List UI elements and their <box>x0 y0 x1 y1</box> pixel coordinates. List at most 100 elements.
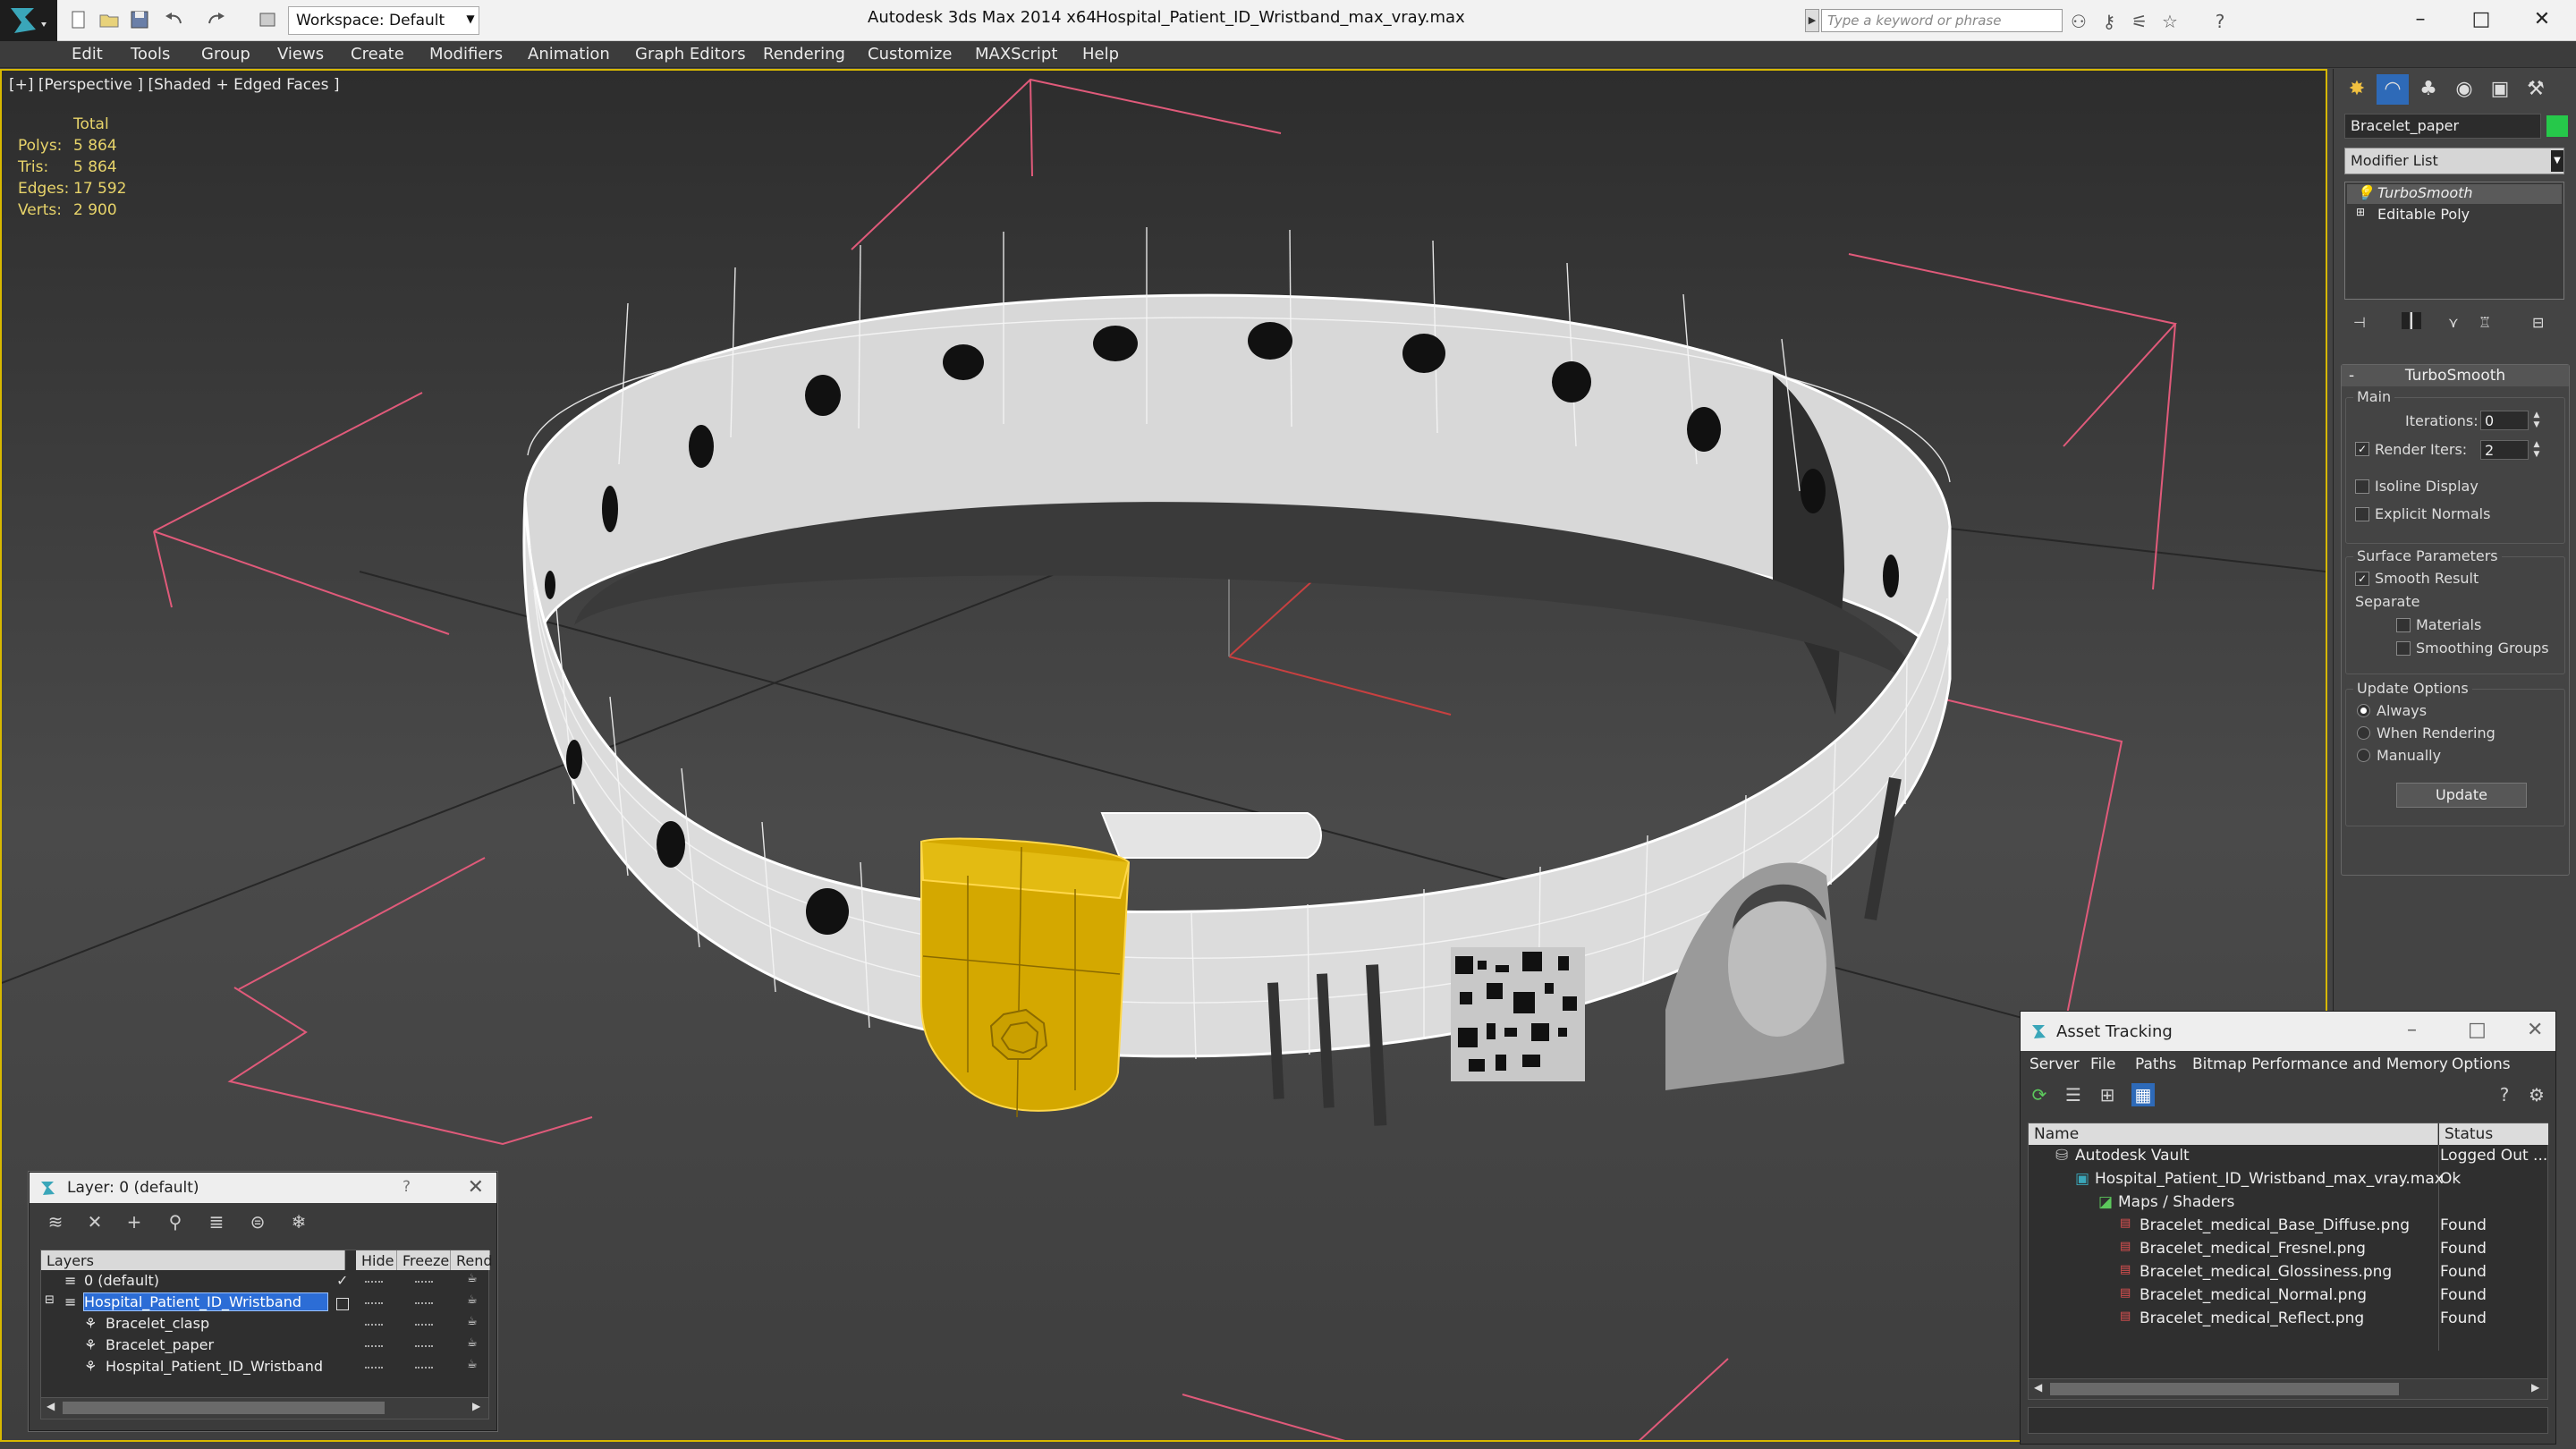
spinner-arrows-icon[interactable]: ▲ ▼ <box>2530 440 2543 460</box>
column-hide[interactable]: Hide <box>356 1250 397 1270</box>
scroll-right-icon[interactable]: ▶ <box>472 1400 480 1412</box>
scroll-right-icon[interactable]: ▶ <box>2531 1381 2539 1394</box>
explicit-normals-checkbox[interactable] <box>2355 507 2369 521</box>
redo-icon[interactable] <box>206 9 227 30</box>
object-color-swatch[interactable] <box>2546 115 2568 137</box>
column-name[interactable]: Name <box>2029 1123 2438 1145</box>
column-status[interactable]: Status <box>2439 1123 2548 1145</box>
stack-item-turbosmooth[interactable]: 💡 TurboSmooth <box>2347 184 2562 204</box>
column-layers[interactable]: Layers <box>41 1250 345 1270</box>
layer-row[interactable]: ⚘ Bracelet_paper ☕ <box>41 1336 488 1358</box>
asset-path-field[interactable] <box>2028 1407 2548 1434</box>
asset-row[interactable]: ▣ Hospital_Patient_ID_Wristband_max_vray… <box>2029 1170 2547 1193</box>
materials-checkbox[interactable] <box>2396 618 2411 632</box>
close-icon[interactable]: ✕ <box>468 1176 484 1199</box>
help-icon[interactable]: ? <box>402 1178 411 1196</box>
isoline-display-checkbox[interactable] <box>2355 479 2369 494</box>
always-radio[interactable] <box>2357 704 2370 717</box>
undo-icon[interactable] <box>163 9 184 30</box>
scroll-thumb[interactable] <box>63 1402 385 1414</box>
scroll-left-icon[interactable]: ◀ <box>2034 1381 2042 1394</box>
favorites-star-icon[interactable]: ☆ <box>2159 11 2181 32</box>
asset-tracking-titlebar[interactable]: Asset Tracking – □ ✕ <box>2021 1012 2555 1051</box>
menu-animation[interactable]: Animation <box>528 45 610 64</box>
utilities-tab-icon[interactable]: ⚒ <box>2520 74 2552 105</box>
smoothing-groups-checkbox[interactable] <box>2396 641 2411 656</box>
close-icon[interactable]: ✕ <box>2515 4 2569 36</box>
collapse-minus-icon[interactable]: ⊟ <box>45 1293 55 1307</box>
menu-server[interactable]: Server <box>2029 1055 2080 1073</box>
render-iters-spinner[interactable]: 2 <box>2480 440 2529 460</box>
chevron-down-icon[interactable]: ▼ <box>462 6 479 35</box>
modify-tab-icon[interactable]: ◠ <box>2377 74 2409 105</box>
stack-item-editable-poly[interactable]: ⊞ Editable Poly <box>2347 206 2562 225</box>
settings-icon[interactable]: ⚙ <box>2525 1083 2548 1106</box>
iterations-spinner[interactable]: 0 <box>2480 411 2529 430</box>
asset-row[interactable]: ▤ Bracelet_medical_Reflect.png Found <box>2029 1309 2547 1333</box>
layer-row[interactable]: ≡ 0 (default) ✓ ☕ <box>41 1272 488 1293</box>
add-to-layer-icon[interactable]: + <box>123 1210 146 1233</box>
table-view-icon[interactable]: ▦ <box>2131 1083 2155 1106</box>
asset-row[interactable]: ▤ Bracelet_medical_Fresnel.png Found <box>2029 1240 2547 1263</box>
menu-rendering[interactable]: Rendering <box>763 45 845 64</box>
minimize-icon[interactable]: – <box>2394 4 2447 36</box>
asset-row[interactable]: ◪ Maps / Shaders <box>2029 1193 2547 1216</box>
display-tab-icon[interactable]: ▣ <box>2484 74 2516 105</box>
app-logo[interactable] <box>0 0 57 41</box>
search-expand-icon[interactable]: ▶ <box>1805 9 1819 32</box>
modifier-list-dropdown[interactable]: Modifier List ▼ <box>2344 148 2564 174</box>
list-view-icon[interactable]: ☰ <box>2062 1083 2085 1106</box>
refresh-icon[interactable]: ⟳ <box>2028 1083 2051 1106</box>
column-render[interactable]: Rend <box>451 1250 493 1270</box>
expand-plus-icon[interactable]: ⊞ <box>2356 206 2365 218</box>
hide-all-layers-icon[interactable]: ⊜ <box>246 1210 269 1233</box>
render-teapot-icon[interactable]: ☕ <box>467 1293 478 1307</box>
key-icon[interactable]: ⚷ <box>2098 11 2120 32</box>
asset-row[interactable]: ▤ Bracelet_medical_Normal.png Found <box>2029 1286 2547 1309</box>
menu-create[interactable]: Create <box>351 45 404 64</box>
pin-stack-icon[interactable]: ⊣ <box>2353 314 2366 331</box>
rollout-header[interactable]: - TurboSmooth <box>2342 365 2569 386</box>
search-input[interactable]: Type a keyword or phrase <box>1821 9 2063 32</box>
highlight-layer-icon[interactable]: ≣ <box>205 1210 228 1233</box>
layer-row[interactable]: ⚘ Bracelet_clasp ☕ <box>41 1315 488 1336</box>
menu-graph-editors[interactable]: Graph Editors <box>635 45 746 64</box>
asset-row[interactable]: ▤ Bracelet_medical_Glossiness.png Found <box>2029 1263 2547 1286</box>
render-iters-checkbox[interactable]: ✓ <box>2355 442 2369 456</box>
maximize-icon[interactable]: □ <box>2454 4 2508 36</box>
when-rendering-radio[interactable] <box>2357 726 2370 740</box>
freeze-all-layers-icon[interactable]: ❄ <box>287 1210 310 1233</box>
menu-modifiers[interactable]: Modifiers <box>429 45 503 64</box>
menu-tools[interactable]: Tools <box>131 45 170 64</box>
menu-help[interactable]: Help <box>1082 45 1119 64</box>
lightbulb-icon[interactable]: 💡 <box>2356 184 2374 201</box>
workspace-dropdown[interactable]: Workspace: Default <box>288 6 479 35</box>
menu-options[interactable]: Options <box>2452 1055 2511 1073</box>
menu-group[interactable]: Group <box>201 45 250 64</box>
viewport-label[interactable]: [+] [Perspective ] [Shaded + Edged Faces… <box>9 76 339 94</box>
configure-sets-icon[interactable]: ⊟ <box>2532 314 2544 331</box>
active-layer-box[interactable] <box>336 1298 349 1310</box>
help-icon[interactable]: ? <box>2493 1083 2516 1106</box>
menu-views[interactable]: Views <box>277 45 324 64</box>
manually-radio[interactable] <box>2357 749 2370 762</box>
hierarchy-tab-icon[interactable]: ♣ <box>2412 74 2445 105</box>
asset-row[interactable]: ▤ Bracelet_medical_Base_Diffuse.png Foun… <box>2029 1216 2547 1240</box>
column-freeze[interactable]: Freeze <box>397 1250 451 1270</box>
layer-window-titlebar[interactable]: Layer: 0 (default) ? ✕ <box>30 1173 496 1203</box>
help-icon[interactable]: ? <box>2209 11 2231 32</box>
communication-icon[interactable]: ⚟ <box>2129 11 2150 32</box>
scroll-thumb[interactable] <box>2050 1383 2399 1395</box>
close-icon[interactable]: ✕ <box>2527 1019 2543 1041</box>
show-end-result-icon[interactable]: ┃ <box>2402 312 2421 329</box>
tree-view-icon[interactable]: ⊞ <box>2096 1083 2119 1106</box>
chevron-down-icon[interactable]: ▼ <box>2551 150 2563 172</box>
scroll-left-icon[interactable]: ◀ <box>47 1400 55 1412</box>
collapse-icon[interactable]: - <box>2349 365 2354 386</box>
render-teapot-icon[interactable]: ☕ <box>467 1272 478 1285</box>
render-teapot-icon[interactable]: ☕ <box>467 1358 478 1371</box>
new-file-icon[interactable] <box>68 9 89 30</box>
open-file-icon[interactable] <box>98 9 120 30</box>
minimize-icon[interactable]: – <box>2407 1019 2417 1041</box>
maximize-icon[interactable]: □ <box>2468 1019 2487 1041</box>
